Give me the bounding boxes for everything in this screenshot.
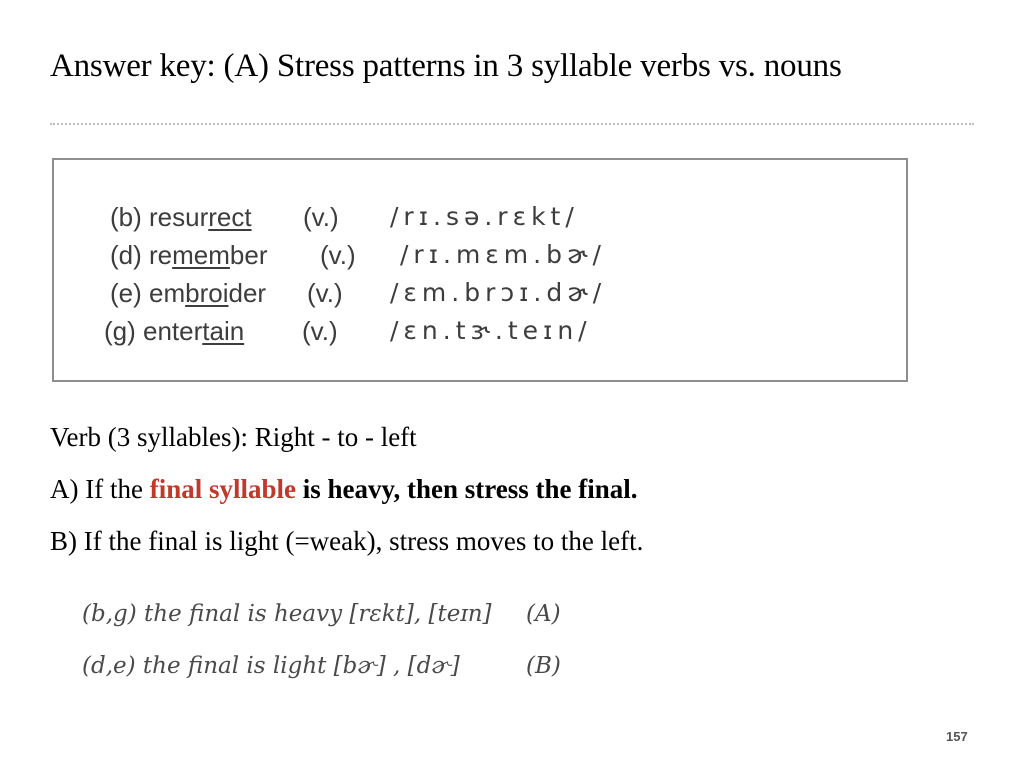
ipa-transcription: /rɪ.sə.rɛkt/ [390,202,579,231]
part-of-speech: (v.) [307,278,343,308]
example-word: (e) embroider [110,276,266,310]
rule-a: A) If the final syllable is heavy, then … [50,474,638,505]
slide-title: Answer key: (A) Stress patterns in 3 syl… [50,48,842,84]
word-prefix: (g) enter [104,316,203,346]
example-word: (b) resurrect [110,200,252,234]
example-row-e: (e) embroider (v.) /ɛm.brɔɪ.dɚ/ [54,276,904,310]
stressed-syllable: rect [208,202,252,232]
ipa-transcription: /ɛm.brɔɪ.dɚ/ [390,278,607,307]
rule-a-suffix: is heavy, then stress the final. [296,474,638,504]
example-row-g: (g) entertain (v.) /ɛn.tɝ.teɪn/ [54,314,904,348]
rule-b: B) If the final is light (=weak), stress… [50,526,644,556]
examples-box: (b) resurrect (v.) /rɪ.sə.rɛkt/ (d) reme… [52,158,908,382]
note-heavy-tag: (A) [526,601,561,627]
title-divider [50,123,974,125]
stressed-syllable: tain [202,316,245,346]
word-suffix: der [228,278,267,308]
word-prefix: (b) resur [110,202,209,232]
part-of-speech: (v.) [303,202,339,232]
page-number: 157 [946,729,968,744]
rule-heading: Verb (3 syllables): Right - to - left [50,422,417,452]
part-of-speech: (v.) [302,316,338,346]
stressed-syllable: mem [172,240,230,270]
example-row-d: (d) remember (v.) /rɪ.mɛm.bɚ/ [54,238,904,272]
rule-a-prefix: A) If the [50,474,150,504]
example-row-b: (b) resurrect (v.) /rɪ.sə.rɛkt/ [54,200,904,234]
note-light-tag: (B) [526,653,561,679]
ipa-transcription: /ɛn.tɝ.teɪn/ [390,316,592,345]
word-suffix: ber [229,240,268,270]
word-prefix: (e) em [110,278,186,308]
slide: Answer key: (A) Stress patterns in 3 syl… [0,0,1024,768]
word-prefix: (d) re [110,240,173,270]
example-word: (g) entertain [104,314,244,348]
note-heavy: (b,g) the final is heavy [rɛkt], [teɪn] [82,601,492,627]
example-word: (d) remember [110,238,267,272]
note-light: (d,e) the final is light [bɚ] , [dɚ] [82,653,460,679]
part-of-speech: (v.) [320,240,356,270]
stressed-syllable: broi [185,278,229,308]
ipa-transcription: /rɪ.mɛm.bɚ/ [400,240,606,269]
rule-a-highlight: final syllable [149,474,296,504]
